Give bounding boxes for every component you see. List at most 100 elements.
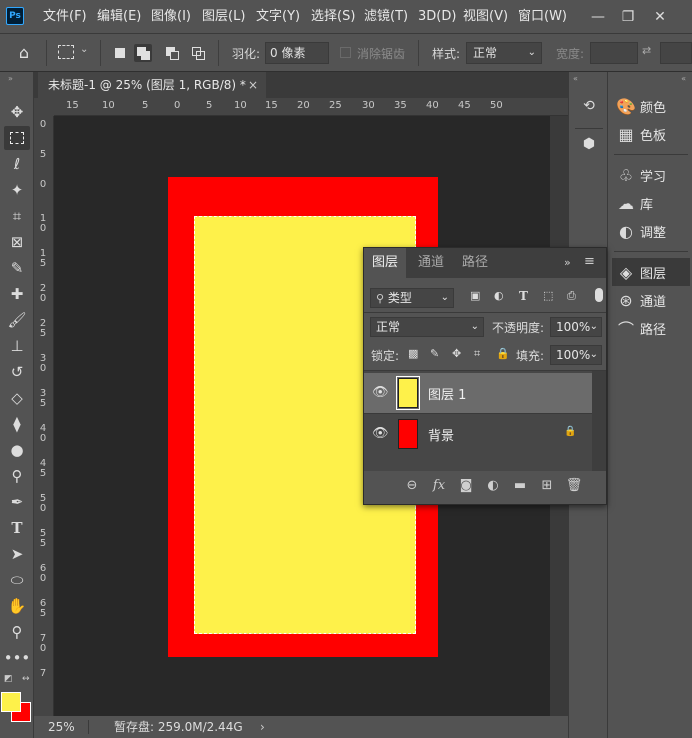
collapse-toolbar-icon[interactable]: » (8, 74, 13, 83)
document-tab[interactable]: 未标题-1 @ 25% (图层 1, RGB/8) * × (38, 72, 266, 98)
lock-transparent-icon[interactable]: ▩ (408, 347, 418, 360)
minimize-icon[interactable]: — (584, 0, 612, 34)
style-select[interactable]: 正常 ⌄ (466, 42, 542, 64)
feather-input[interactable]: 0 像素 (265, 42, 329, 64)
move-tool-icon[interactable]: ✥ (4, 100, 30, 124)
delete-layer-icon[interactable]: 🗑 (564, 476, 584, 496)
zoom-level[interactable]: 25% (48, 716, 75, 738)
restore-icon[interactable]: ❐ (614, 0, 642, 34)
antialias-checkbox[interactable] (340, 47, 351, 58)
width-input[interactable] (590, 42, 638, 64)
visibility-eye-icon[interactable]: 👁 (372, 426, 389, 442)
menu-3d[interactable]: 3D(D) (418, 8, 456, 26)
tab-paths[interactable]: 路径 (454, 248, 496, 278)
menu-edit[interactable]: 编辑(E) (97, 8, 141, 26)
panel-swatches[interactable]: ▦ 色板 (612, 120, 690, 148)
link-layers-icon[interactable]: ⊖ (402, 476, 422, 496)
layer-row[interactable]: 👁 图层 1 (364, 373, 592, 413)
kind-filter-select[interactable]: ⚲ 类型 ⌄ (370, 288, 454, 308)
close-window-icon[interactable]: ✕ (646, 0, 674, 34)
lock-all-icon[interactable]: 🔒 (496, 347, 510, 360)
crop-tool-icon[interactable]: ⌗ (4, 204, 30, 228)
dodge-tool-icon[interactable]: ⚲ (4, 464, 30, 488)
menu-image[interactable]: 图像(I) (151, 8, 191, 26)
marquee-preset-icon[interactable] (58, 45, 74, 59)
panel-layers[interactable]: ◈ 图层 (612, 258, 690, 286)
panel-menu-icon[interactable]: ≡ (584, 254, 595, 269)
more-tools-icon[interactable]: ••• (4, 646, 31, 670)
foreground-color-swatch[interactable] (1, 692, 21, 712)
eraser-tool-icon[interactable]: ◇ (4, 386, 30, 410)
fill-input[interactable]: 100% ⌄ (550, 345, 602, 365)
blur-tool-icon[interactable]: ● (4, 438, 30, 462)
panel-color[interactable]: 🎨 颜色 (612, 92, 690, 120)
filter-shape-icon[interactable]: ⬚ (543, 290, 555, 302)
collapse-panel-icon[interactable]: » (564, 256, 571, 269)
3d-icon[interactable]: ⬢ (579, 136, 599, 156)
swap-colors-icon[interactable]: ↔ (22, 674, 30, 684)
home-icon[interactable]: ⌂ (14, 43, 34, 63)
visibility-eye-icon[interactable]: 👁 (372, 385, 389, 401)
history-icon[interactable]: ⟲ (579, 98, 599, 118)
new-adjustment-layer-icon[interactable]: ◐ (483, 476, 503, 496)
brush-tool-icon[interactable]: 🖌 (4, 308, 30, 332)
healing-brush-tool-icon[interactable]: ✚ (4, 282, 30, 306)
add-mask-icon[interactable]: ◙ (456, 476, 476, 496)
swap-icon[interactable]: ⇄ (642, 44, 651, 57)
intersect-selection-icon[interactable] (189, 44, 207, 62)
filter-pixel-icon[interactable]: ▣ (470, 290, 482, 302)
clone-stamp-tool-icon[interactable]: ⊥ (4, 334, 30, 358)
frame-tool-icon[interactable]: ⊠ (4, 230, 30, 254)
height-input[interactable] (660, 42, 692, 64)
hand-tool-icon[interactable]: ✋ (4, 594, 30, 618)
status-menu-arrow-icon[interactable]: › (260, 716, 265, 738)
eyedropper-tool-icon[interactable]: ✎ (4, 256, 30, 280)
layer-name[interactable]: 图层 1 (428, 384, 466, 403)
menu-select[interactable]: 选择(S) (311, 8, 355, 26)
default-colors-icon[interactable]: ◩ (4, 674, 13, 684)
lock-image-icon[interactable]: ✎ (430, 347, 439, 360)
pen-tool-icon[interactable]: ✒ (4, 490, 30, 514)
lasso-tool-icon[interactable]: ℓ (4, 152, 30, 176)
panel-channels[interactable]: ⊛ 通道 (612, 286, 690, 314)
filter-smart-object-icon[interactable]: ⎙ (567, 290, 579, 302)
paint-bucket-tool-icon[interactable]: ⧫ (4, 412, 30, 436)
tab-layers[interactable]: 图层 (364, 248, 407, 278)
menu-filter[interactable]: 滤镜(T) (364, 8, 408, 26)
panel-adjustments[interactable]: ◐ 调整 (612, 217, 690, 245)
magic-wand-tool-icon[interactable]: ✦ (4, 178, 30, 202)
menu-type[interactable]: 文字(Y) (256, 8, 300, 26)
subtract-selection-icon[interactable] (163, 44, 181, 62)
lock-artboard-icon[interactable]: ⌗ (474, 347, 480, 361)
new-group-icon[interactable]: ▬ (510, 476, 530, 496)
collapse-panels-icon[interactable]: « (681, 74, 686, 83)
panel-libraries[interactable]: ☁ 库 (612, 189, 690, 217)
menu-window[interactable]: 窗口(W) (518, 8, 567, 26)
new-selection-icon[interactable] (111, 44, 129, 62)
collapse-dock-icon[interactable]: « (573, 74, 578, 83)
menu-view[interactable]: 视图(V) (463, 8, 508, 26)
add-to-selection-icon[interactable] (134, 44, 152, 62)
layer-name[interactable]: 背景 (428, 425, 454, 444)
new-layer-icon[interactable]: ⊞ (537, 476, 557, 496)
layers-scrollbar[interactable] (592, 371, 606, 471)
close-tab-icon[interactable]: × (248, 72, 258, 98)
layer-row[interactable]: 👁 背景 🔒 (364, 413, 592, 453)
layer-style-icon[interactable]: fx (429, 476, 449, 496)
opacity-input[interactable]: 100% ⌄ (550, 317, 602, 337)
path-selection-tool-icon[interactable]: ➤ (4, 542, 30, 566)
blend-mode-select[interactable]: 正常 ⌄ (370, 317, 484, 337)
panel-learn[interactable]: ♧ 学习 (612, 161, 690, 189)
menu-file[interactable]: 文件(F) (43, 8, 87, 26)
chevron-down-icon[interactable]: ⌄ (80, 44, 88, 55)
rectangular-marquee-tool-icon[interactable] (4, 126, 30, 150)
filter-toggle[interactable] (595, 288, 603, 302)
history-brush-tool-icon[interactable]: ↺ (4, 360, 30, 384)
type-tool-icon[interactable]: T (4, 516, 30, 540)
tab-channels[interactable]: 通道 (410, 248, 452, 278)
menu-layer[interactable]: 图层(L) (202, 8, 245, 26)
zoom-tool-icon[interactable]: ⚲ (4, 620, 30, 644)
filter-type-icon[interactable]: T (519, 290, 531, 302)
filter-adjustment-icon[interactable]: ◐ (494, 290, 506, 302)
ellipse-tool-icon[interactable]: ⬭ (4, 568, 30, 592)
